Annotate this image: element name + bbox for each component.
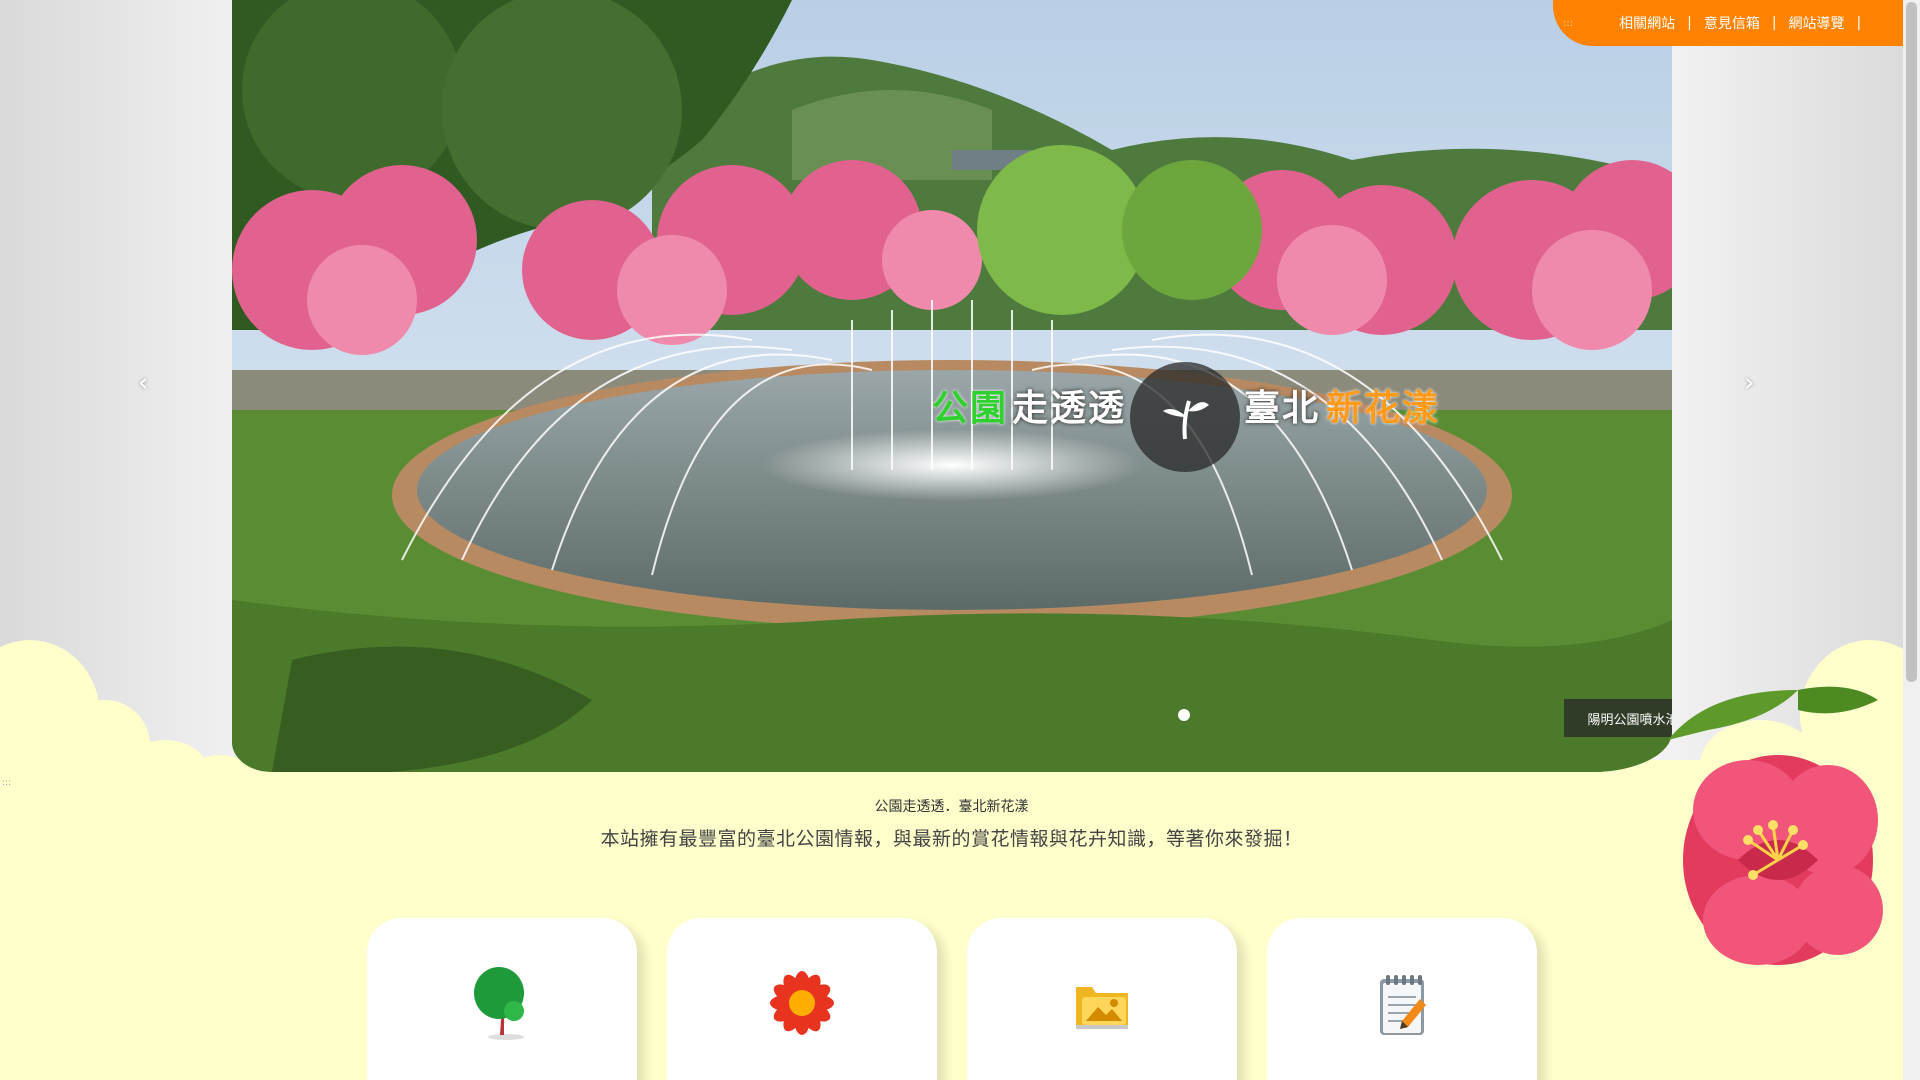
logo-text-flower: 新花漾 [1326,388,1441,429]
intro-subtitle: 公園走透透．臺北新花漾 [874,799,1029,815]
nav-link-sitemap[interactable]: 網站導覽 [1789,13,1845,33]
slider-next-button[interactable]: › [1744,368,1754,398]
slide-indicator-dot[interactable] [1178,709,1190,721]
hero-slider: 公園 走透透 臺北 新花漾 陽明公園噴水池 [232,0,1672,772]
intro-description: 本站擁有最豐富的臺北公園情報，與最新的賞花情報與花卉知識，等著你來發掘！ [600,828,1303,850]
nav-link-feedback[interactable]: 意見信箱 [1704,13,1760,33]
scrollbar-thumb[interactable] [1906,2,1917,682]
slider-prev-button[interactable]: ‹ [138,368,148,398]
site-logo: 公園 走透透 臺北 新花漾 [932,350,1441,472]
feature-card-parks[interactable] [367,918,637,1080]
top-utility-nav: ::: 相關網站 | 意見信箱 | 網站導覽 | [1553,0,1903,46]
feature-card-gallery[interactable] [967,918,1237,1080]
feature-card-flowers[interactable] [667,918,937,1080]
nav-separator: | [1687,15,1692,31]
nav-separator: | [1856,15,1862,31]
notepad-pencil-icon [1380,975,1426,1035]
feature-card-articles[interactable] [1267,918,1537,1080]
nav-link-related-sites[interactable]: 相關網站 [1619,13,1675,33]
accesskey-marker: ::: [2,778,12,788]
logo-text-taipei: 臺北 [1244,388,1321,429]
camellia-flower-decoration [1668,686,1883,965]
logo-text-park: 公園 [932,388,1009,429]
page-scrollbar[interactable] [1903,0,1920,1080]
flower-icon [770,971,834,1035]
photo-folder-icon [1076,987,1128,1029]
nav-separator: | [1771,15,1777,31]
accesskey-marker: ::: [1563,17,1574,29]
tree-icon [474,967,524,1040]
logo-text-walk: 走透透 [1012,388,1127,429]
logo-emblem-icon [1130,362,1241,472]
